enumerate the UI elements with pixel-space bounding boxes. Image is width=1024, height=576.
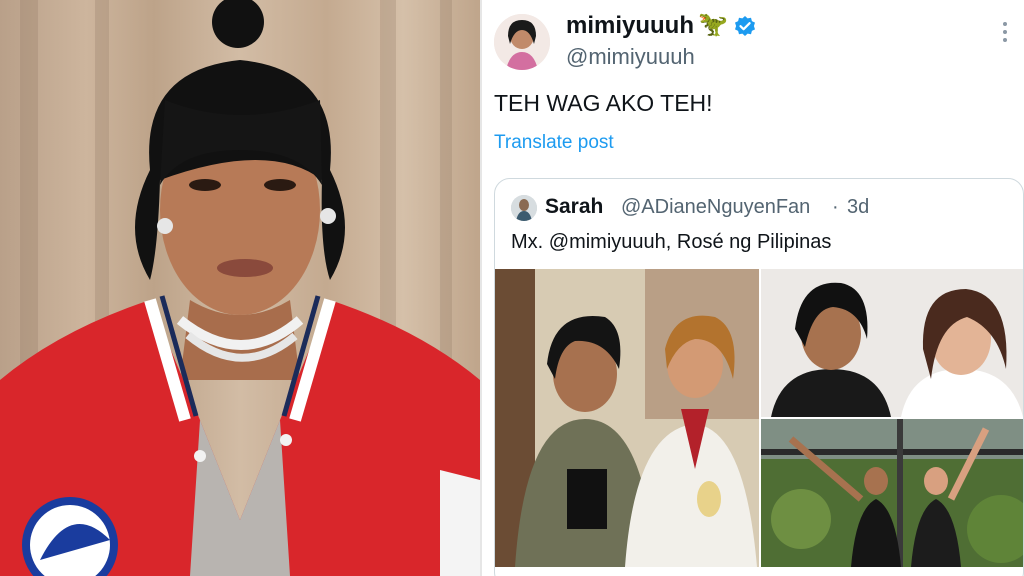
media-photo-1[interactable]	[495, 269, 759, 567]
quoted-avatar[interactable]	[511, 195, 537, 221]
verified-badge-icon	[734, 15, 756, 37]
quoted-name[interactable]: Sarah	[545, 195, 603, 219]
quoted-text: Mx. @mimiyuuuh, Rosé ng Pilipinas	[511, 231, 832, 253]
display-name[interactable]: mimiyuuuh	[566, 12, 694, 40]
quoted-timestamp[interactable]: 3d	[847, 196, 869, 219]
media-photo-2[interactable]	[761, 269, 1023, 417]
translate-post-link[interactable]: Translate post	[494, 132, 614, 154]
post-text: TEH WAG AKO TEH!	[494, 90, 713, 116]
more-options-icon[interactable]	[1000, 22, 1010, 48]
separator-dot: ·	[832, 196, 839, 218]
quoted-handle[interactable]: @ADianeNguyenFan	[621, 196, 810, 219]
media-photo-3[interactable]	[761, 419, 1023, 567]
post-card: mimiyuuuh 🦖 @mimiyuuuh TEH WAG AKO TEH! …	[482, 0, 1024, 576]
media-grid	[495, 269, 1023, 576]
portrait-photo	[0, 0, 480, 576]
avatar[interactable]	[494, 14, 550, 70]
dinosaur-emoji: 🦖	[698, 11, 728, 38]
quoted-post[interactable]: Sarah @ADianeNguyenFan · 3d Mx. @mimiyuu…	[494, 178, 1024, 576]
user-handle[interactable]: @mimiyuuuh	[566, 44, 695, 70]
